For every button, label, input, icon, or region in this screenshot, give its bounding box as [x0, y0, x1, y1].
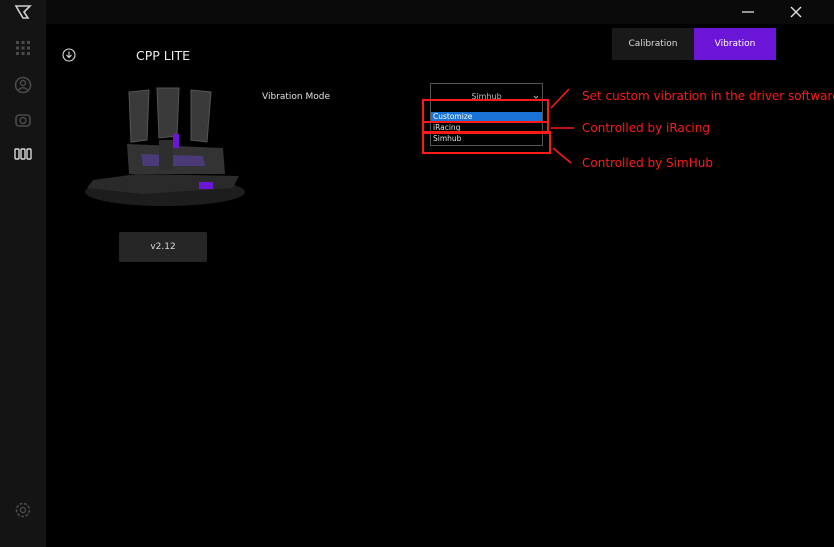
firmware-version-button[interactable]: v2.12 — [119, 232, 207, 262]
apps-grid-icon[interactable] — [13, 38, 33, 58]
settings-gear-icon[interactable] — [13, 500, 33, 520]
download-icon[interactable] — [62, 48, 76, 62]
profile-icon[interactable] — [13, 75, 33, 95]
device-title: CPP LITE — [136, 48, 190, 63]
annotation-simhub: Controlled by SimHub — [582, 156, 713, 170]
pedals-icon[interactable] — [13, 144, 33, 164]
camera-icon[interactable] — [13, 110, 33, 130]
tab-calibration[interactable]: Calibration — [612, 28, 694, 60]
pedals-image — [85, 87, 245, 206]
brand-logo-icon — [14, 5, 32, 19]
tab-vibration[interactable]: Vibration — [694, 28, 776, 60]
vibration-mode-label: Vibration Mode — [262, 92, 331, 102]
close-icon[interactable] — [786, 2, 806, 22]
title-bar — [46, 0, 834, 24]
annotation-iracing: Controlled by iRacing — [582, 121, 710, 135]
minimize-icon[interactable] — [738, 2, 758, 22]
sidebar — [0, 0, 46, 547]
annotation-arrows — [550, 88, 574, 164]
annotation-box-simhub — [422, 131, 551, 154]
tab-bar: Calibration Vibration — [612, 28, 776, 60]
annotation-customize: Set custom vibration in the driver softw… — [582, 89, 834, 103]
